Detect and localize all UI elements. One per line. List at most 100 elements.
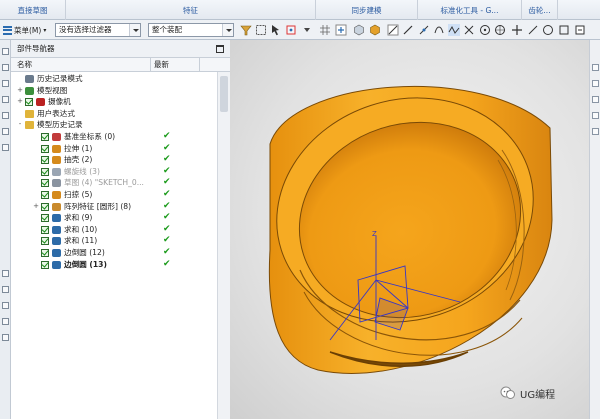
tree-row[interactable]: 螺旋线 (3) ✔ — [11, 166, 217, 178]
view-orient-icon[interactable] — [592, 64, 599, 71]
visibility-checkbox[interactable] — [41, 214, 49, 223]
tree-row[interactable]: 边倒圆 (13) ✔ — [11, 259, 217, 271]
visibility-checkbox[interactable] — [41, 144, 49, 153]
tree-row-label: 模型视图 — [37, 85, 68, 95]
history-tab-icon[interactable] — [2, 112, 9, 119]
selection-scope-select[interactable]: 整个装配 — [148, 23, 234, 37]
cube-icon[interactable] — [352, 23, 366, 37]
column-divider[interactable] — [199, 58, 200, 71]
curve-snap-icon[interactable] — [432, 23, 446, 37]
ribbon-group-gear[interactable]: 齿轮... — [522, 0, 558, 20]
arc-center-snap-icon[interactable] — [478, 23, 492, 37]
system-materials-tab-icon[interactable] — [2, 270, 9, 277]
snap-settings-icon[interactable] — [573, 23, 587, 37]
roles-tab-icon[interactable] — [2, 144, 9, 151]
endpoint-snap-icon[interactable] — [386, 23, 400, 37]
cap-model-3d[interactable]: Z — [230, 40, 600, 419]
point-snap-icon[interactable] — [510, 23, 524, 37]
chevron-down-icon[interactable] — [300, 23, 314, 37]
tree-row[interactable]: - 模型历史记录 — [11, 119, 217, 131]
graphics-window[interactable]: Z — [230, 40, 600, 419]
tree-row[interactable]: + 摄像机 — [11, 96, 217, 108]
tree-row-label: 历史记录模式 — [37, 74, 83, 83]
menu-button[interactable]: 菜单(M) ▾ — [3, 23, 46, 37]
line-snap-icon[interactable] — [401, 23, 415, 37]
sketch-tab-icon[interactable] — [2, 318, 9, 325]
visibility-checkbox[interactable] — [41, 202, 49, 211]
body-select-icon[interactable] — [368, 23, 382, 37]
expand-icon[interactable]: + — [17, 98, 23, 105]
constraint-navigator-tab-icon[interactable] — [2, 80, 9, 87]
visibility-checkbox[interactable] — [41, 167, 49, 176]
type-filter-select[interactable]: 没有选择过滤器 — [55, 23, 141, 37]
web-browser-tab-icon[interactable] — [2, 128, 9, 135]
visibility-checkbox[interactable] — [41, 248, 49, 257]
line-draw-icon[interactable] — [526, 23, 540, 37]
visibility-checkbox[interactable] — [41, 225, 49, 234]
quadrant-snap-icon[interactable] — [493, 23, 507, 37]
select-all-icon[interactable] — [254, 23, 268, 37]
ribbon-group-standard-tools[interactable]: 标准化工具 - G... — [418, 0, 522, 20]
tree-row[interactable]: 求和 (11) ✔ — [11, 235, 217, 247]
rotate-icon[interactable] — [592, 112, 599, 119]
chevron-down-icon: ▾ — [43, 26, 47, 34]
tree-row[interactable]: 求和 (10) ✔ — [11, 224, 217, 236]
navigator-scrollbar[interactable] — [217, 72, 230, 419]
manufacturing-wizard-tab-icon[interactable] — [2, 302, 9, 309]
tree-row[interactable]: + 模型视图 — [11, 85, 217, 97]
tree-row-label: 用户表达式 — [37, 108, 75, 118]
assembly-navigator-tab-icon[interactable] — [2, 64, 9, 71]
ribbon-group-sync-modeling[interactable]: 同步建模 — [316, 0, 418, 20]
visibility-checkbox[interactable] — [41, 260, 49, 269]
part-navigator-tab-icon[interactable] — [2, 48, 9, 55]
tree-row-label: 抽壳 (2) — [64, 155, 93, 165]
snap-point-icon[interactable] — [284, 23, 298, 37]
collapse-icon[interactable]: - — [17, 121, 23, 128]
visibility-checkbox[interactable] — [41, 179, 49, 188]
watermark: UG编程 — [500, 384, 555, 402]
curve-active-icon[interactable] — [447, 23, 461, 37]
visibility-checkbox[interactable] — [41, 132, 49, 141]
tree-row[interactable]: 求和 (9) ✔ — [11, 212, 217, 224]
expand-icon[interactable]: + — [17, 86, 23, 94]
tree-row[interactable]: 拉伸 (1) ✔ — [11, 143, 217, 155]
up-to-date-check-icon: ✔ — [163, 154, 171, 165]
scrollbar-thumb[interactable] — [220, 76, 228, 112]
palette-tab-icon[interactable] — [2, 334, 9, 341]
pan-icon[interactable] — [592, 128, 599, 135]
grid-icon[interactable] — [318, 23, 332, 37]
process-studio-tab-icon[interactable] — [2, 286, 9, 293]
visibility-checkbox[interactable] — [25, 98, 33, 107]
midpoint-snap-icon[interactable] — [417, 23, 431, 37]
ribbon-group-direct-sketch[interactable]: 直接草图 — [0, 0, 66, 20]
square-icon[interactable] — [557, 23, 571, 37]
maximize-icon[interactable] — [216, 45, 224, 53]
snap-on-icon[interactable] — [334, 23, 348, 37]
column-header-name[interactable]: 名称 — [17, 58, 32, 71]
column-header-latest[interactable]: 最新 — [150, 58, 169, 71]
visibility-checkbox[interactable] — [41, 190, 49, 199]
tree-row-label: 模型历史记录 — [37, 120, 83, 130]
tree-row[interactable]: 基准坐标系 (0) ✔ — [11, 131, 217, 143]
tree-row-label: 求和 (9) — [64, 213, 93, 223]
visibility-checkbox[interactable] — [41, 237, 49, 246]
tree-row[interactable]: 边倒圆 (12) ✔ — [11, 247, 217, 259]
tree-row[interactable]: 扫掠 (5) ✔ — [11, 189, 217, 201]
tree-row[interactable]: 草图 (4) "SKETCH_0... ✔ — [11, 177, 217, 189]
ribbon-group-feature[interactable]: 特征 — [66, 0, 316, 20]
circle-icon[interactable] — [541, 23, 555, 37]
zoom-icon[interactable] — [592, 96, 599, 103]
tree-row[interactable]: 历史记录模式 — [11, 73, 217, 85]
reuse-library-tab-icon[interactable] — [2, 96, 9, 103]
ribbon-group-more[interactable] — [558, 0, 600, 20]
ribbon-tab-bar: 直接草图 特征 同步建模 标准化工具 - G... 齿轮... — [0, 0, 600, 20]
tree-row[interactable]: 用户表达式 — [11, 108, 217, 120]
fit-icon[interactable] — [592, 80, 599, 87]
tree-row[interactable]: + 阵列特征 [圆形] (8) ✔ — [11, 201, 217, 213]
select-cursor-icon[interactable] — [269, 23, 283, 37]
expand-icon[interactable]: + — [33, 202, 39, 210]
visibility-checkbox[interactable] — [41, 156, 49, 165]
filter-reset-icon[interactable] — [239, 23, 253, 37]
tree-row[interactable]: 抽壳 (2) ✔ — [11, 154, 217, 166]
intersection-snap-icon[interactable] — [462, 23, 476, 37]
